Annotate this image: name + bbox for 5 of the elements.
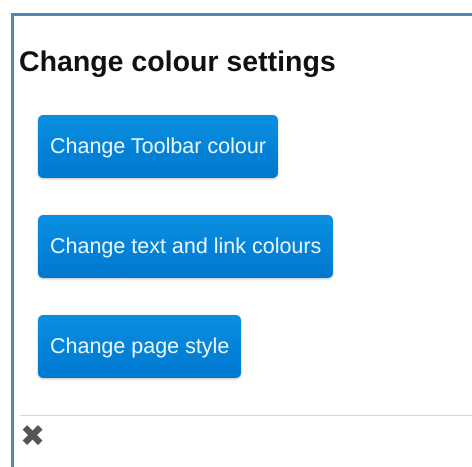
dialog-title: Change colour settings	[19, 48, 337, 76]
close-button[interactable]: ✖	[20, 422, 45, 452]
settings-button[interactable]: Change text and link colours	[38, 214, 334, 278]
settings-button[interactable]: Change page style	[38, 314, 242, 378]
settings-button[interactable]: Change Toolbar colour	[38, 114, 278, 178]
